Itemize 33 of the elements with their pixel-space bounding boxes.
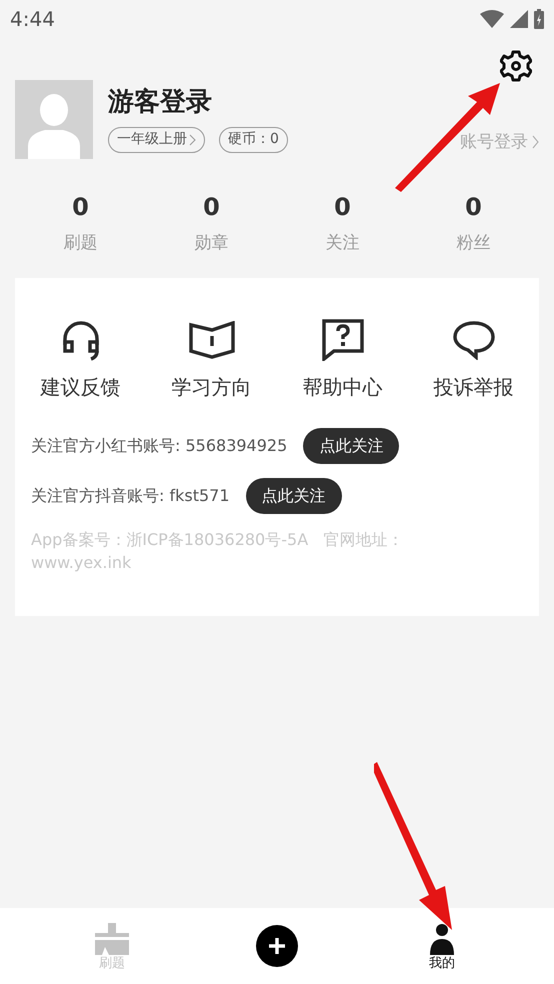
- status-time: 4:44: [10, 6, 55, 33]
- signal-icon: [510, 10, 528, 28]
- add-button[interactable]: [256, 925, 298, 967]
- coin-pill: 硬币：0: [219, 126, 288, 153]
- stat-value: 0: [465, 195, 482, 219]
- user-name: 游客登录: [108, 86, 213, 119]
- stat-label: 关注: [326, 235, 360, 252]
- chevron-icon: [532, 135, 539, 150]
- follow-text: 关注官方小红书账号: 5568394925: [31, 435, 288, 457]
- settings-icon[interactable]: [500, 50, 532, 82]
- follow-button[interactable]: 点此关注: [303, 428, 400, 464]
- battery-icon: [534, 9, 544, 29]
- book-icon: [188, 321, 234, 359]
- stat-value: 0: [72, 195, 89, 219]
- follow-button[interactable]: 点此关注: [246, 478, 342, 514]
- grade-pill[interactable]: 一年级上册: [108, 126, 205, 153]
- shortcut-label[interactable]: 学习方向: [172, 372, 252, 402]
- wifi-icon: [480, 10, 504, 28]
- shortcut-label[interactable]: 帮助中心: [302, 372, 382, 402]
- help-icon: [322, 319, 364, 361]
- stat-label: 勋章: [194, 235, 228, 252]
- plus-icon: [267, 936, 287, 956]
- shortcut-label[interactable]: 建议反馈: [40, 372, 120, 402]
- nav-tab[interactable]: 我的: [402, 922, 482, 970]
- stat-value: 0: [203, 195, 220, 219]
- stat-value: 0: [334, 195, 351, 219]
- brush-icon: [95, 922, 129, 954]
- stat-label: 粉丝: [456, 235, 490, 252]
- speech-bubble-icon: [452, 320, 494, 360]
- follow-text: 关注官方抖音账号: fkst571: [31, 485, 230, 507]
- stat-label: 刷题: [64, 235, 98, 252]
- shortcut-label[interactable]: 投诉举报: [434, 372, 514, 402]
- chevron-icon: [189, 134, 196, 146]
